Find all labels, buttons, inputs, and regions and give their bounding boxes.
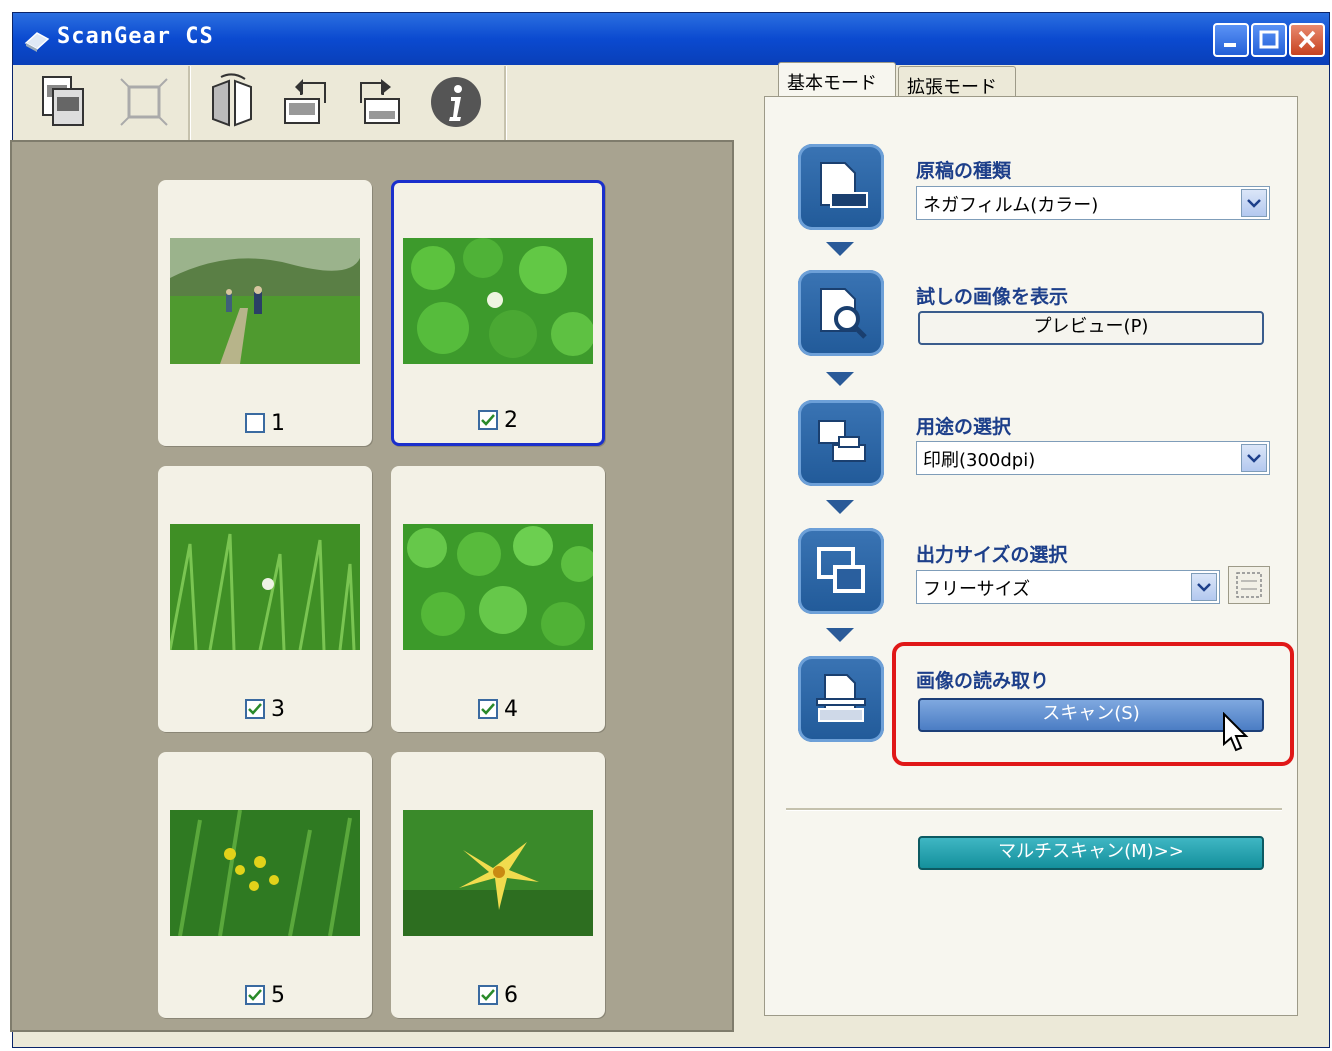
chevron-down-icon — [1247, 199, 1261, 208]
purpose-select[interactable]: 印刷(300dpi) — [916, 441, 1270, 475]
checkmark-icon — [248, 703, 262, 715]
tab-advanced-mode[interactable]: 拡張モード — [898, 66, 1016, 100]
tab-basic-mode[interactable]: 基本モード — [778, 62, 896, 100]
thumbnail-checkbox[interactable] — [245, 699, 265, 719]
toolbar-separator — [504, 66, 507, 142]
resize-frames-icon — [817, 547, 865, 593]
film-strip-icon — [42, 76, 84, 126]
thumbnail-card-4[interactable]: 4 — [391, 466, 605, 732]
rotate-right-icon — [360, 79, 400, 124]
scanner-app-icon — [24, 32, 50, 52]
step-arrow-down-icon — [826, 500, 854, 514]
thumbnail-photo-yellow-flowers — [170, 810, 360, 936]
preview-step-icon — [798, 270, 884, 356]
minimize-icon — [1224, 43, 1236, 47]
output-size-value: フリーサイズ — [923, 579, 1031, 600]
thumbnail-number: 2 — [504, 407, 518, 433]
flip-horizontal-icon — [212, 73, 252, 127]
source-type-select[interactable]: ネガフィルム(カラー) — [916, 186, 1270, 220]
chevron-down-icon — [1197, 583, 1211, 592]
purpose-value: 印刷(300dpi) — [923, 450, 1036, 471]
thumbnail-checkbox-row: 3 — [158, 692, 372, 726]
checkmark-icon — [248, 989, 262, 1001]
checkmark-icon — [481, 703, 495, 715]
crop-frame-icon — [120, 78, 168, 126]
thumbnail-checkbox-row: 4 — [391, 692, 605, 726]
purpose-step-icon — [798, 400, 884, 486]
thumbnail-checkbox[interactable] — [478, 699, 498, 719]
thumbnail-area — [10, 140, 734, 1032]
thumbnail-checkbox-row: 6 — [391, 978, 605, 1012]
output-size-select[interactable]: フリーサイズ — [916, 570, 1220, 604]
source-type-value: ネガフィルム(カラー) — [923, 195, 1099, 216]
maximize-button[interactable] — [1251, 23, 1287, 57]
info-tool-button[interactable] — [422, 68, 490, 136]
maximize-icon — [1259, 30, 1279, 49]
thumbnail-number: 6 — [504, 982, 518, 1008]
source-type-label: 原稿の種類 — [916, 160, 1012, 182]
chevron-down-icon — [1247, 454, 1261, 463]
printer-monitor-icon — [818, 420, 866, 462]
output-size-settings-button[interactable] — [1228, 566, 1270, 604]
mouse-cursor-icon — [1223, 712, 1249, 752]
dropdown-button[interactable] — [1241, 189, 1267, 217]
minimize-button[interactable] — [1213, 23, 1249, 57]
output-size-label: 出力サイズの選択 — [916, 544, 1068, 566]
close-icon — [1298, 30, 1316, 49]
thumbnail-number: 3 — [271, 696, 285, 722]
thumbnail-checkbox[interactable] — [478, 410, 498, 430]
thumbnail-photo-clover — [403, 238, 593, 364]
thumbnail-photo-leaves — [403, 524, 593, 650]
source-type-step-icon — [798, 144, 884, 230]
panel-divider — [786, 808, 1282, 811]
step-arrow-down-icon — [826, 628, 854, 642]
checkmark-icon — [481, 989, 495, 1001]
thumbnail-number: 1 — [271, 410, 285, 436]
thumbnail-checkbox-row: 2 — [394, 403, 602, 437]
multi-scan-button[interactable]: マルチスキャン(M)>> — [918, 836, 1264, 870]
rotate-left-icon — [284, 79, 326, 124]
rotate-right-tool-button[interactable] — [346, 68, 414, 136]
thumbnail-number: 5 — [271, 982, 285, 1008]
thumbnail-number: 4 — [504, 696, 518, 722]
size-grid-icon — [1236, 572, 1262, 598]
info-icon — [431, 77, 481, 127]
document-icon — [820, 162, 868, 208]
thumbnail-photo-meadow — [170, 238, 360, 364]
thumbnail-photo-grass — [170, 524, 360, 650]
output-size-step-icon — [798, 528, 884, 614]
checkmark-icon — [481, 414, 495, 426]
thumbnail-card-5[interactable]: 5 — [158, 752, 372, 1018]
step-arrow-down-icon — [826, 372, 854, 386]
window-title: ScanGear CS — [57, 24, 214, 49]
close-button[interactable] — [1289, 23, 1325, 57]
preview-button[interactable]: プレビュー(P) — [918, 311, 1264, 345]
scanner-document-icon — [816, 674, 866, 722]
thumbnail-card-3[interactable]: 3 — [158, 466, 372, 732]
mirror-tool-button[interactable] — [198, 68, 266, 136]
thumbnail-card-1[interactable]: 1 — [158, 180, 372, 446]
rotate-left-tool-button[interactable] — [272, 68, 340, 136]
toolbar-separator — [188, 66, 191, 142]
thumbnail-photo-lily — [403, 810, 593, 936]
magnifier-document-icon — [820, 288, 867, 339]
thumbnail-checkbox-row: 5 — [158, 978, 372, 1012]
crop-tool-button[interactable] — [110, 68, 178, 136]
thumbnail-checkbox-row: 1 — [158, 406, 372, 440]
thumbnail-checkbox[interactable] — [478, 985, 498, 1005]
thumbnail-card-6[interactable]: 6 — [391, 752, 605, 1018]
toolbar — [10, 58, 507, 148]
film-strip-tool-button[interactable] — [28, 68, 96, 136]
purpose-label: 用途の選択 — [916, 416, 1012, 438]
thumbnail-checkbox[interactable] — [245, 413, 265, 433]
scan-step-icon — [798, 656, 884, 742]
dropdown-button[interactable] — [1191, 573, 1217, 601]
preview-label: 試しの画像を表示 — [916, 286, 1069, 308]
dropdown-button[interactable] — [1241, 444, 1267, 472]
thumbnail-card-2[interactable]: 2 — [391, 180, 605, 446]
step-arrow-down-icon — [826, 242, 854, 256]
thumbnail-checkbox[interactable] — [245, 985, 265, 1005]
